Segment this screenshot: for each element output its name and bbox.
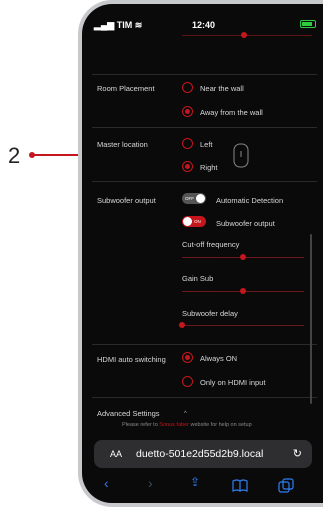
cutoff-frequency-ticks: · · · · · · · · · · · · · · · · · · · · [182, 261, 218, 263]
url-text[interactable]: duetto-501e2d55d2b9.local [136, 448, 263, 460]
carrier-label: ▂▄▆ TIM ≋ [94, 20, 143, 30]
divider [92, 344, 317, 345]
radio-right[interactable] [182, 161, 193, 172]
near-wall-label: Near the wall [200, 84, 244, 93]
clock: 12:40 [192, 20, 216, 30]
subwoofer-output-label: Subwoofer output [97, 196, 156, 205]
only-hdmi-label: Only on HDMI input [200, 378, 266, 387]
signal-icon: ▂▄▆ [94, 20, 115, 30]
reader-aa-button[interactable]: AA [110, 449, 122, 459]
chevron-up-icon[interactable]: ^ [184, 411, 187, 417]
left-label: Left [200, 140, 213, 149]
gain-sub-knob[interactable] [240, 288, 246, 294]
status-bar: ▂▄▆ TIM ≋ 12:40 [82, 4, 323, 44]
hdmi-auto-switching-label: HDMI auto switching [97, 355, 166, 364]
gain-sub-label: Gain Sub [182, 274, 214, 283]
cutoff-frequency-knob[interactable] [240, 254, 246, 260]
subwoofer-delay-track[interactable] [182, 325, 304, 326]
cutoff-frequency-label: Cut-off frequency [182, 240, 240, 249]
auto-detection-toggle[interactable]: OFF [182, 193, 206, 204]
master-location-label: Master location [97, 140, 148, 149]
share-icon[interactable]: ⇪ [190, 475, 200, 489]
partial-slider-track[interactable] [182, 35, 312, 36]
away-wall-label: Away from the wall [200, 108, 263, 117]
subwoofer-delay-ticks: · · · · · · · · · · · · · · · · · · · · [182, 329, 218, 331]
battery-icon [300, 20, 316, 28]
radio-only-hdmi[interactable] [182, 376, 193, 387]
phone-screen: ▂▄▆ TIM ≋ 12:40 Room Placement Near the … [82, 4, 323, 503]
auto-detection-label: Automatic Detection [216, 196, 284, 205]
subwoofer-output-toggle-label: Subwoofer output [216, 219, 275, 228]
reload-icon[interactable]: ↻ [293, 447, 302, 460]
divider [92, 181, 317, 182]
radio-away-wall[interactable] [182, 106, 193, 117]
subwoofer-output-toggle[interactable]: ON [182, 216, 206, 227]
room-placement-label: Room Placement [97, 84, 155, 93]
forward-icon[interactable]: › [148, 475, 153, 491]
callout-number: 2 [8, 143, 21, 168]
radio-always-on[interactable] [182, 352, 193, 363]
advanced-settings-label[interactable]: Advanced Settings [97, 409, 160, 418]
help-note: Please refer to Sonus faber website for … [122, 422, 252, 428]
back-icon[interactable]: ‹ [104, 475, 109, 491]
right-label: Right [200, 163, 218, 172]
url-bar[interactable]: AA duetto-501e2d55d2b9.local ↻ [94, 440, 312, 468]
partial-slider-knob[interactable] [241, 32, 247, 38]
tabs-icon[interactable] [278, 478, 294, 494]
radio-near-wall[interactable] [182, 82, 193, 93]
divider [92, 127, 317, 128]
sonus-faber-link[interactable]: Sonus faber [159, 422, 189, 428]
subwoofer-delay-label: Subwoofer delay [182, 309, 238, 318]
always-on-label: Always ON [200, 354, 238, 363]
divider [92, 74, 317, 75]
divider [92, 397, 317, 398]
wifi-icon: ≋ [134, 20, 143, 30]
bookmarks-icon[interactable] [232, 479, 248, 493]
radio-left[interactable] [182, 138, 193, 149]
speaker-icon [233, 143, 249, 168]
subwoofer-delay-knob[interactable] [179, 322, 185, 328]
gain-sub-ticks: · · · · · · · · · · · · · · · · · · · · [182, 295, 218, 297]
browser-toolbar: ‹ › ⇪ [82, 472, 323, 503]
scroll-indicator[interactable] [310, 234, 312, 404]
